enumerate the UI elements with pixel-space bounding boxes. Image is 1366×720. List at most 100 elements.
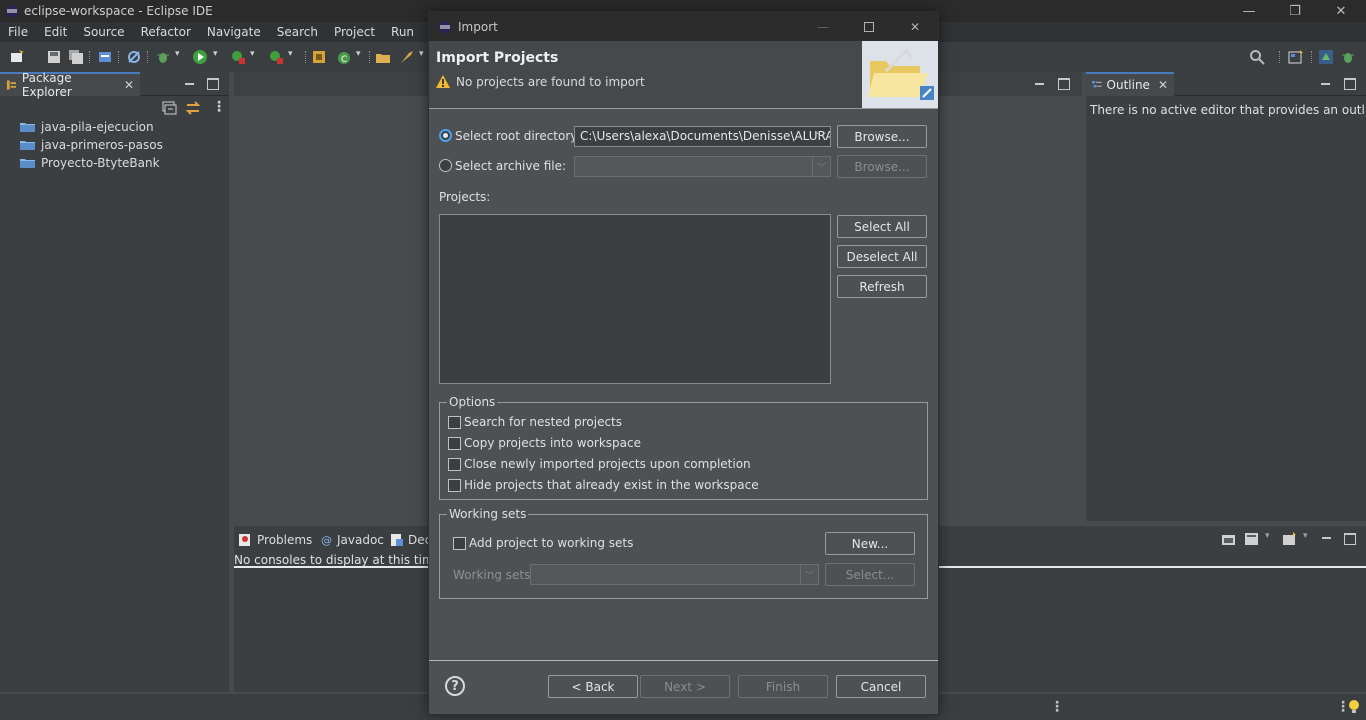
projects-list[interactable] xyxy=(439,214,831,384)
minimize-panel-icon[interactable] xyxy=(1321,532,1333,544)
new-class-dropdown-icon[interactable]: ▾ xyxy=(356,49,361,59)
coverage-dropdown-icon[interactable]: ▾ xyxy=(250,49,255,59)
add-to-working-sets-checkbox[interactable] xyxy=(453,537,466,550)
copy-projects-label: Copy projects into workspace xyxy=(464,436,642,450)
select-archive-file-radio[interactable] xyxy=(439,159,452,172)
minimize-panel-icon[interactable] xyxy=(184,78,196,90)
cancel-button[interactable]: Cancel xyxy=(836,675,926,698)
close-tab-icon[interactable]: ✕ xyxy=(1158,78,1168,92)
archive-file-combo[interactable]: ﹀ xyxy=(574,156,831,177)
finish-button[interactable]: Finish xyxy=(738,675,828,698)
dialog-maximize-button[interactable] xyxy=(846,12,892,41)
minimize-panel-icon[interactable] xyxy=(1320,78,1332,90)
outline-icon xyxy=(1092,81,1102,88)
hide-existing-projects-label: Hide projects that already exist in the … xyxy=(464,478,759,492)
open-perspective-icon[interactable] xyxy=(1288,49,1304,65)
new-console-icon[interactable] xyxy=(1282,532,1298,546)
collapse-all-icon[interactable] xyxy=(162,101,177,115)
browse-directory-button[interactable]: Browse... xyxy=(837,125,927,148)
maximize-panel-icon[interactable] xyxy=(1344,533,1356,545)
menu-navigate[interactable]: Navigate xyxy=(199,22,269,42)
copy-projects-checkbox[interactable] xyxy=(448,437,461,450)
debug-dropdown-icon[interactable]: ▾ xyxy=(175,49,180,59)
tab-outline[interactable]: Outline ✕ xyxy=(1086,72,1174,96)
open-console-icon[interactable] xyxy=(1221,532,1237,546)
new-java-class-icon[interactable]: C xyxy=(336,49,352,65)
options-group: Options Search for nested projects Copy … xyxy=(439,395,928,500)
outline-message: There is no active editor that provides … xyxy=(1090,103,1366,117)
java-perspective-icon[interactable] xyxy=(1318,49,1334,65)
chevron-down-icon[interactable]: ﹀ xyxy=(812,157,830,176)
add-to-working-sets-label: Add project to working sets xyxy=(469,536,634,550)
view-menu-icon[interactable]: ⋮ xyxy=(212,99,226,115)
select-working-sets-button[interactable]: Select... xyxy=(825,563,915,586)
project-folder-icon xyxy=(20,159,35,168)
tab-package-explorer[interactable]: Package Explorer ✕ xyxy=(0,71,140,99)
tab-problems[interactable]: Problems xyxy=(238,530,312,550)
debug-icon[interactable] xyxy=(155,49,171,65)
maximize-panel-icon[interactable] xyxy=(1344,78,1356,90)
menu-search[interactable]: Search xyxy=(269,22,326,42)
new-console-dropdown-icon[interactable]: ▾ xyxy=(1303,531,1308,541)
working-sets-combo[interactable]: ﹀ xyxy=(530,564,819,585)
refresh-button[interactable]: Refresh xyxy=(837,275,927,298)
root-directory-combo[interactable]: C:\Users\alexa\Documents\Denisse\ALURA- … xyxy=(574,126,831,147)
search-tool-dropdown-icon[interactable]: ▾ xyxy=(419,49,424,59)
skip-breakpoints-icon[interactable] xyxy=(126,49,142,65)
link-with-editor-icon[interactable] xyxy=(185,101,201,115)
status-menu-icon[interactable]: ⋮ xyxy=(1050,699,1064,715)
tab-javadoc[interactable]: @ Javadoc xyxy=(321,530,384,550)
close-window-button[interactable]: ✕ xyxy=(1318,0,1364,22)
new-java-package-icon[interactable] xyxy=(311,49,327,65)
tree-item-java-pila-ejecucion[interactable]: java-pila-ejecucion xyxy=(20,118,154,136)
project-folder-icon xyxy=(20,123,35,132)
dialog-minimize-button[interactable]: — xyxy=(800,12,846,41)
chevron-down-icon[interactable]: ﹀ xyxy=(800,565,818,584)
menu-edit[interactable]: Edit xyxy=(36,22,75,42)
menu-project[interactable]: Project xyxy=(326,22,383,42)
tab-declaration[interactable]: Dec xyxy=(390,530,431,550)
external-tools-dropdown-icon[interactable]: ▾ xyxy=(288,49,293,59)
back-button[interactable]: < Back xyxy=(548,675,638,698)
run-icon[interactable] xyxy=(192,49,208,65)
menu-run[interactable]: Run xyxy=(383,22,422,42)
select-all-button[interactable]: Select All xyxy=(837,215,927,238)
menu-file[interactable]: File xyxy=(0,22,36,42)
chevron-down-icon[interactable]: ﹀ xyxy=(812,127,830,146)
select-root-directory-radio[interactable] xyxy=(439,129,452,142)
menu-source[interactable]: Source xyxy=(75,22,132,42)
deselect-all-button[interactable]: Deselect All xyxy=(837,245,927,268)
search-tool-icon[interactable] xyxy=(399,49,415,65)
maximize-editor-icon[interactable] xyxy=(1058,78,1070,90)
save-all-icon[interactable] xyxy=(68,49,84,65)
lightbulb-icon[interactable] xyxy=(1348,699,1360,715)
save-icon[interactable] xyxy=(46,49,62,65)
external-tools-icon[interactable] xyxy=(268,49,284,65)
run-dropdown-icon[interactable]: ▾ xyxy=(213,49,218,59)
search-nested-projects-checkbox[interactable] xyxy=(448,416,461,429)
maximize-panel-icon[interactable] xyxy=(207,78,219,90)
projects-label: Projects: xyxy=(439,190,491,204)
search-icon[interactable] xyxy=(1249,49,1265,65)
debug-perspective-icon[interactable] xyxy=(1340,49,1356,65)
dialog-close-button[interactable]: ✕ xyxy=(892,12,938,41)
tree-item-java-primeros-pasos[interactable]: java-primeros-pasos xyxy=(20,136,163,154)
help-icon[interactable]: ? xyxy=(445,676,465,696)
tree-item-proyecto-btytebank[interactable]: Proyecto-BtyteBank xyxy=(20,154,160,172)
next-button[interactable]: Next > xyxy=(640,675,730,698)
new-working-set-button[interactable]: New... xyxy=(825,532,915,555)
display-console-dropdown-icon[interactable]: ▾ xyxy=(1265,531,1270,541)
hide-existing-projects-checkbox[interactable] xyxy=(448,479,461,492)
menu-refactor[interactable]: Refactor xyxy=(133,22,199,42)
close-imported-projects-checkbox[interactable] xyxy=(448,458,461,471)
open-type-icon[interactable] xyxy=(375,49,391,65)
minimize-editor-icon[interactable] xyxy=(1034,78,1046,90)
restore-window-button[interactable]: ❐ xyxy=(1272,0,1318,22)
coverage-icon[interactable] xyxy=(230,49,246,65)
minimize-window-button[interactable]: — xyxy=(1226,0,1272,22)
browse-archive-button[interactable]: Browse... xyxy=(837,155,927,178)
display-console-icon[interactable] xyxy=(1244,532,1260,546)
close-tab-icon[interactable]: ✕ xyxy=(124,78,134,92)
new-icon[interactable] xyxy=(9,49,25,65)
terminal-icon[interactable] xyxy=(97,49,113,65)
